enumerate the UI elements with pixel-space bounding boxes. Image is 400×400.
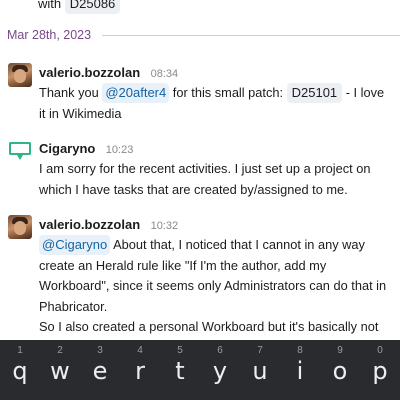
previous-message-text: with: [38, 0, 62, 11]
key-letter: q: [12, 357, 28, 385]
message-body: @Cigaryno About that, I noticed that I c…: [39, 235, 390, 340]
previous-message-tail: with D25086: [38, 0, 121, 14]
key-letter: e: [92, 357, 108, 385]
key-i[interactable]: 8 i: [280, 340, 320, 400]
key-r[interactable]: 4 r: [120, 340, 160, 400]
message-header: valerio.bozzolan 10:32: [39, 216, 178, 234]
revision-chip[interactable]: D25086: [64, 0, 121, 14]
key-w[interactable]: 2 w: [40, 340, 80, 400]
author-name[interactable]: valerio.bozzolan: [39, 217, 140, 232]
user-avatar[interactable]: [8, 63, 32, 87]
message-paragraph: @Cigaryno About that, I noticed that I c…: [39, 235, 390, 317]
key-letter: i: [296, 357, 304, 385]
key-letter: y: [212, 357, 228, 385]
message-timestamp[interactable]: 10:23: [106, 144, 134, 156]
user-mention[interactable]: @Cigaryno: [39, 235, 111, 255]
date-divider: Mar 28th, 2023: [0, 26, 400, 44]
date-divider-rule: [102, 35, 400, 36]
message-text: Thank you: [39, 85, 99, 100]
monitor-icon: [9, 142, 31, 160]
revision-chip[interactable]: D25101: [286, 83, 343, 103]
key-letter: o: [332, 357, 348, 385]
key-u[interactable]: 7 u: [240, 340, 280, 400]
message-timestamp[interactable]: 08:34: [151, 68, 179, 80]
onscreen-keyboard: 1 q 2 w 3 e 4 r 5 t 6 y 7 u 8 i 9 o 0 p: [0, 340, 400, 400]
author-name[interactable]: valerio.bozzolan: [39, 65, 140, 80]
key-letter: w: [50, 357, 70, 385]
message-text: for this small patch:: [172, 85, 284, 100]
message-header: valerio.bozzolan 08:34: [39, 64, 178, 82]
message-feed[interactable]: with D25086 Mar 28th, 2023 valerio.bozzo…: [0, 0, 400, 340]
author-name[interactable]: Cigaryno: [39, 141, 95, 156]
key-letter: p: [372, 357, 388, 385]
bot-avatar[interactable]: [8, 139, 32, 163]
key-letter: u: [252, 357, 268, 385]
key-o[interactable]: 9 o: [320, 340, 360, 400]
key-letter: r: [135, 357, 145, 385]
key-q[interactable]: 1 q: [0, 340, 40, 400]
message-body: Thank you @20after4 for this small patch…: [39, 83, 390, 124]
message-body: I am sorry for the recent activities. I …: [39, 161, 371, 197]
user-avatar[interactable]: [8, 215, 32, 239]
message-paragraph: So I also created a personal Workboard b…: [39, 319, 379, 340]
key-letter: t: [175, 357, 185, 385]
key-p[interactable]: 0 p: [360, 340, 400, 400]
chat-screen: with D25086 Mar 28th, 2023 valerio.bozzo…: [0, 0, 400, 400]
key-e[interactable]: 3 e: [80, 340, 120, 400]
date-divider-label: Mar 28th, 2023: [7, 28, 92, 42]
message-header: Cigaryno 10:23: [39, 140, 133, 158]
key-t[interactable]: 5 t: [160, 340, 200, 400]
user-mention[interactable]: @20after4: [102, 83, 170, 103]
message-timestamp[interactable]: 10:32: [151, 220, 179, 232]
key-y[interactable]: 6 y: [200, 340, 240, 400]
